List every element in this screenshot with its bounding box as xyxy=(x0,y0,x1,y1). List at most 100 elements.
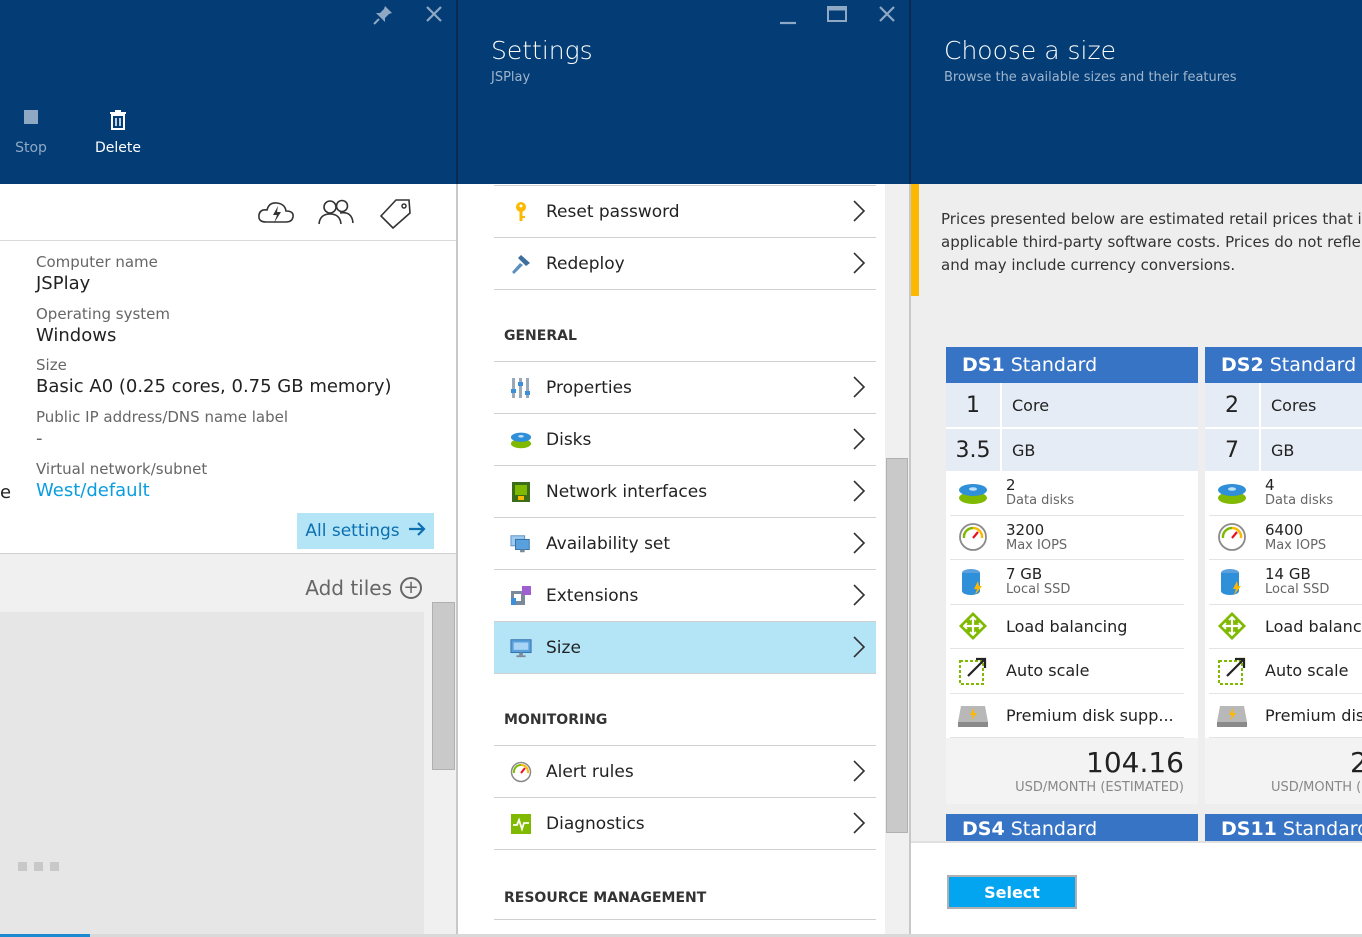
choose-size-header: Choose a size Browse the available sizes… xyxy=(911,0,1362,184)
add-tiles-button[interactable]: Add tiles + xyxy=(305,576,422,600)
menu-item-alert-rules[interactable]: Alert rules xyxy=(494,746,876,798)
alert-gauge-icon xyxy=(510,761,532,783)
menu-label: Disks xyxy=(546,429,592,450)
menu-label: Properties xyxy=(546,377,632,398)
plus-circle-icon: + xyxy=(400,577,422,599)
price-box: 2 USD/MONTH ( xyxy=(1205,738,1362,804)
extensions-icon xyxy=(510,585,532,607)
premium-disk-icon xyxy=(950,702,996,728)
chevron-right-icon xyxy=(852,479,866,503)
size-monitor-icon xyxy=(510,637,532,659)
menu-item-network-interfaces[interactable]: Network interfaces xyxy=(494,466,876,518)
tiles-scrollbar[interactable] xyxy=(432,602,455,770)
computer-name-field: Computer name JSPlay xyxy=(36,253,158,294)
settings-blade-header: Settings JSPlay xyxy=(458,0,909,184)
local-ssd-feature: 14 GB Local SSD xyxy=(1209,560,1362,605)
data-disks-feature: 2 Data disks xyxy=(950,471,1184,516)
size-card-ds4[interactable]: DS4 Standard xyxy=(946,814,1198,844)
properties-icon xyxy=(510,377,532,399)
settings-blade: Settings JSPlay Reset password Redeploy xyxy=(458,0,909,937)
menu-label: Extensions xyxy=(546,585,639,606)
gauge-icon xyxy=(1209,522,1255,552)
menu-label: Redeploy xyxy=(546,253,625,274)
general-section-title: GENERAL xyxy=(494,290,876,362)
menu-item-disks[interactable]: Disks xyxy=(494,414,876,466)
close-icon[interactable] xyxy=(874,4,900,30)
auto-scale-feature: Auto scale xyxy=(950,649,1184,694)
settings-subtitle: JSPlay xyxy=(491,70,531,85)
pin-icon[interactable] xyxy=(370,4,396,30)
vnet-link[interactable]: West/default xyxy=(36,480,207,501)
settings-menu: Reset password Redeploy GENERAL Properti… xyxy=(494,184,876,920)
price-note: USD/MONTH ( xyxy=(1271,780,1362,795)
menu-item-reset-password[interactable]: Reset password xyxy=(494,186,876,238)
auto-scale-feature: Auto scale xyxy=(1209,649,1362,694)
size-card-ds11[interactable]: DS11 Standard xyxy=(1205,814,1362,844)
vm-blade: Stop Delete Computer name JSPlay Operati… xyxy=(0,0,456,937)
blade-separator-lower xyxy=(909,184,911,937)
menu-label: Network interfaces xyxy=(546,481,708,502)
price-note: USD/MONTH (ESTIMATED) xyxy=(1015,780,1184,795)
menu-label: Reset password xyxy=(546,201,680,222)
size-card-ds1[interactable]: DS1 Standard 1 Core 3.5 GB 2 Data disks 3200… xyxy=(946,347,1198,804)
trash-icon xyxy=(90,110,146,136)
tiles-region: Add tiles + xyxy=(0,553,456,937)
choose-size-title: Choose a size xyxy=(944,36,1116,65)
minimize-icon[interactable] xyxy=(775,4,801,30)
operating-system-field: Operating system Windows xyxy=(36,305,170,346)
chevron-right-icon xyxy=(852,251,866,275)
menu-item-properties[interactable]: Properties xyxy=(494,362,876,414)
price-box: 104.16 USD/MONTH (ESTIMATED) xyxy=(946,738,1198,804)
price-value: 2 xyxy=(1350,746,1362,779)
maximize-icon[interactable] xyxy=(824,4,850,30)
cloud-lightning-icon[interactable] xyxy=(256,196,296,230)
blade-separator-lower xyxy=(456,184,458,937)
select-button[interactable]: Select xyxy=(947,875,1077,909)
tile-area xyxy=(0,612,424,937)
settings-scrollbar[interactable] xyxy=(886,458,908,833)
stop-button[interactable]: Stop xyxy=(10,110,52,156)
disks-icon xyxy=(1209,480,1255,506)
close-icon[interactable] xyxy=(421,4,447,30)
network-interfaces-icon xyxy=(510,481,532,503)
price-value: 104.16 xyxy=(1086,746,1184,779)
menu-label: Diagnostics xyxy=(546,813,645,834)
menu-item-availability-set[interactable]: Availability set xyxy=(494,518,876,570)
diagnostics-icon xyxy=(510,813,532,835)
chevron-right-icon xyxy=(852,427,866,451)
size-card-ds2[interactable]: DS2 Standard 2 Cores 7 GB 4 Data disks 6400 M… xyxy=(1205,347,1362,804)
premium-disk-feature: Premium disk supp... xyxy=(1209,694,1362,738)
size-field: Size Basic A0 (0.25 cores, 0.75 GB memor… xyxy=(36,356,392,397)
load-balancer-icon xyxy=(1209,611,1255,641)
vm-blade-header: Stop Delete xyxy=(0,0,456,184)
choose-size-blade: Choose a size Browse the available sizes… xyxy=(911,0,1362,937)
memory-spec: 7 GB xyxy=(1205,427,1362,471)
ssd-icon xyxy=(1209,567,1255,597)
local-ssd-feature: 7 GB Local SSD xyxy=(950,560,1184,605)
data-disks-feature: 4 Data disks xyxy=(1209,471,1362,516)
menu-item-extensions[interactable]: Extensions xyxy=(494,570,876,622)
auto-scale-icon xyxy=(1209,656,1255,686)
loading-dots xyxy=(18,862,59,871)
delete-label: Delete xyxy=(95,140,141,156)
stop-icon xyxy=(10,110,52,136)
menu-item-diagnostics[interactable]: Diagnostics xyxy=(494,798,876,850)
cut-off-text: e xyxy=(0,482,12,503)
menu-item-size[interactable]: Size xyxy=(494,622,876,674)
pricing-notice: Prices presented below are estimated ret… xyxy=(911,184,1362,296)
memory-spec: 3.5 GB xyxy=(946,427,1198,471)
settings-title: Settings xyxy=(491,36,593,65)
all-settings-button[interactable]: All settings xyxy=(297,513,434,549)
disks-icon xyxy=(950,480,996,506)
chevron-right-icon xyxy=(852,811,866,835)
chevron-right-icon xyxy=(852,635,866,659)
card-header: DS1 Standard xyxy=(946,347,1198,383)
resource-management-section-title: RESOURCE MANAGEMENT xyxy=(494,850,876,920)
chevron-right-icon xyxy=(852,199,866,223)
tag-icon[interactable] xyxy=(376,196,416,230)
users-icon[interactable] xyxy=(316,196,356,230)
menu-item-redeploy[interactable]: Redeploy xyxy=(494,238,876,290)
notice-text: Prices presented below are estimated ret… xyxy=(941,210,1362,274)
disks-icon xyxy=(510,429,532,451)
delete-button[interactable]: Delete xyxy=(90,110,146,156)
